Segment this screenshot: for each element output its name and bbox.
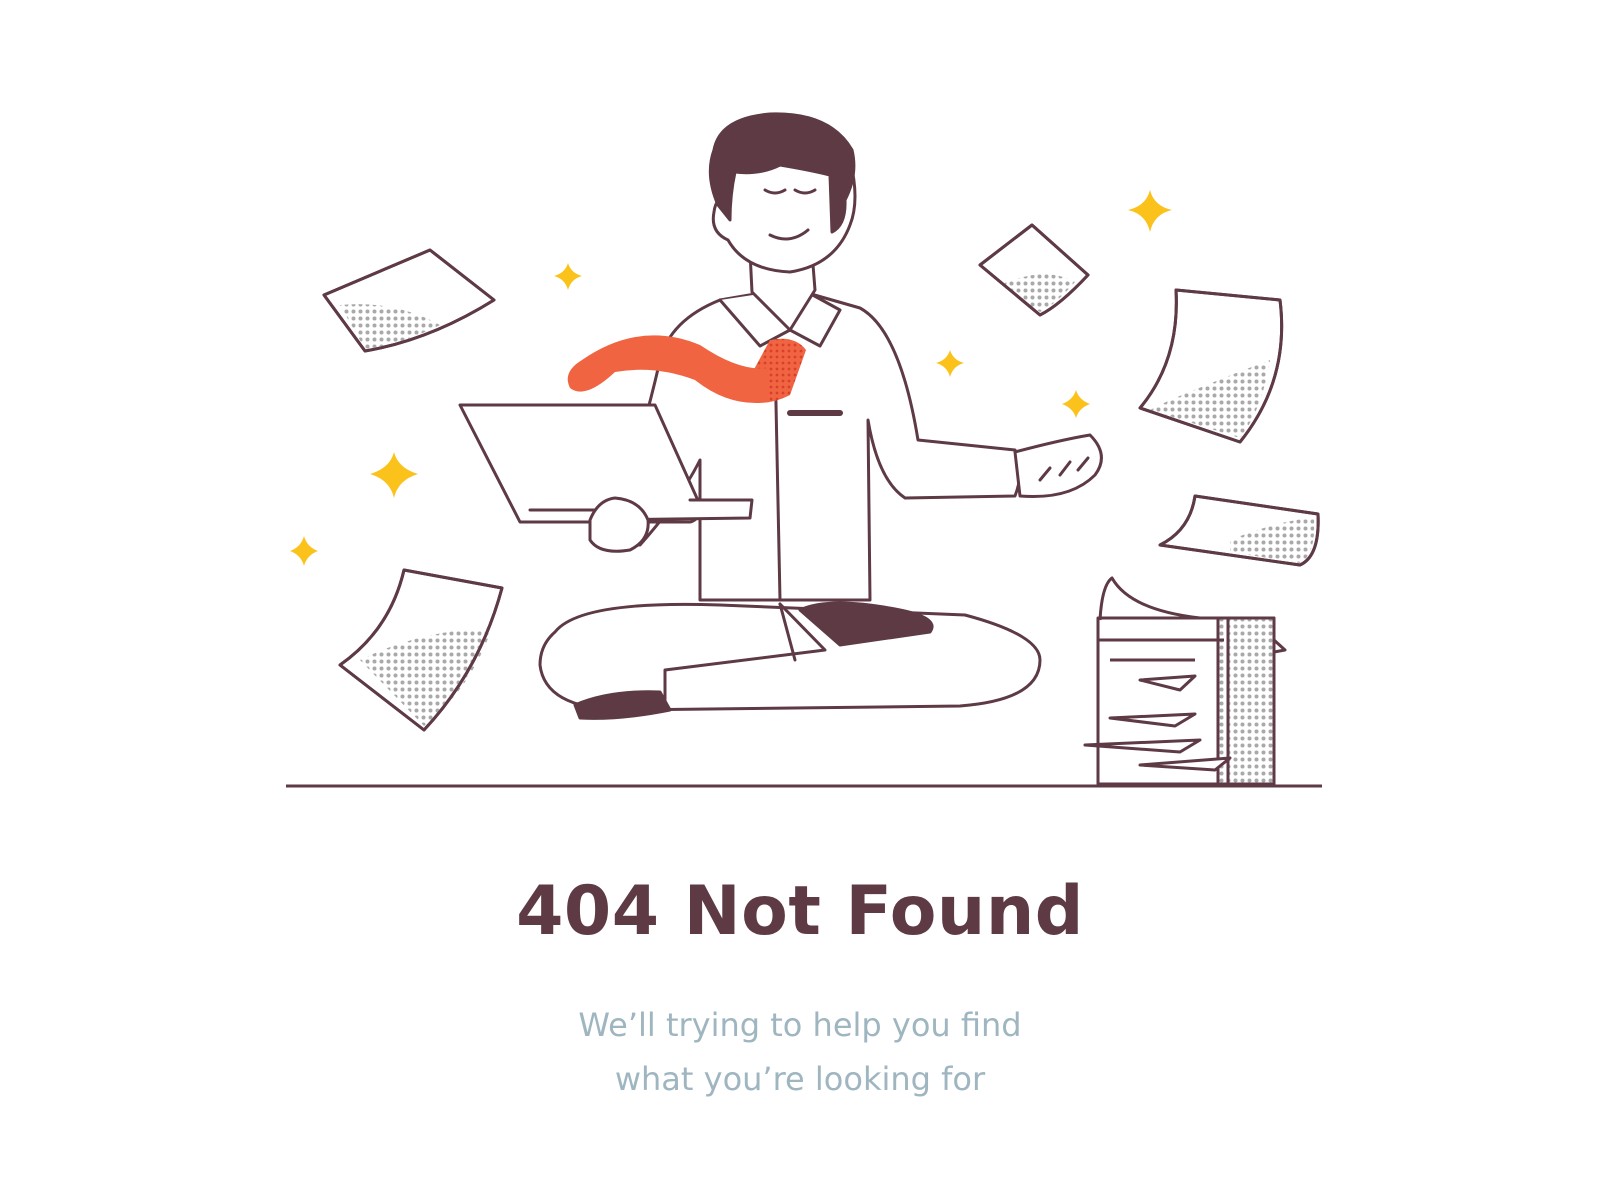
floating-paper-icon xyxy=(338,568,504,732)
sparkle-star-icon xyxy=(370,452,418,498)
not-found-page: 404 Not Found We’ll trying to help you f… xyxy=(0,0,1600,1200)
error-subtitle: We’ll trying to help you find what you’r… xyxy=(0,998,1600,1106)
sparkle-star-icon xyxy=(1128,190,1172,232)
floating-paper-icon xyxy=(1138,288,1284,444)
subtitle-line-1: We’ll trying to help you find xyxy=(578,1006,1022,1044)
floating-paper-icon xyxy=(322,248,496,353)
meditating-man-with-laptop-icon xyxy=(458,112,1103,720)
sparkle-star-icon xyxy=(1062,390,1090,418)
subtitle-line-2: what you’re looking for xyxy=(614,1060,986,1098)
sparkle-star-icon xyxy=(936,350,964,377)
floating-paper-icon xyxy=(978,223,1090,317)
sparkle-star-icon xyxy=(290,536,318,566)
sparkle-star-icon xyxy=(554,263,582,290)
meditation-illustration xyxy=(286,112,1322,788)
floating-paper-icon xyxy=(1158,494,1320,567)
paper-stack-icon xyxy=(1083,576,1287,786)
error-title: 404 Not Found xyxy=(516,872,1084,951)
